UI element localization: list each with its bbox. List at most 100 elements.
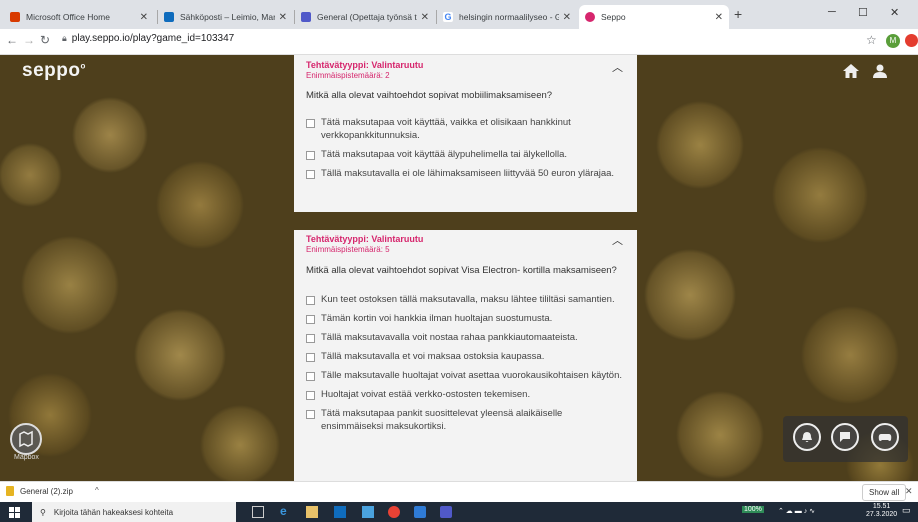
close-tab-icon[interactable]: ✕: [421, 12, 429, 23]
browser-tab-strip: Microsoft Office Home ✕ Sähköposti – Lei…: [0, 0, 918, 29]
answer-option[interactable]: Tälle maksutavalle huoltajat voivat aset…: [306, 369, 625, 382]
task-list: ︿ Tehtävätyyppi: Valintaruutu Enimmäispi…: [288, 55, 637, 481]
answer-option[interactable]: Kun teet ostoksen tällä maksutavalla, ma…: [306, 293, 625, 306]
browser-tab[interactable]: Microsoft Office Home ✕: [4, 5, 154, 29]
close-tab-icon[interactable]: ✕: [140, 12, 148, 23]
checkbox[interactable]: [306, 151, 315, 160]
checkbox[interactable]: [306, 170, 315, 179]
mail-icon[interactable]: [334, 506, 346, 518]
chrome-icon[interactable]: [388, 506, 400, 518]
chevron-up-icon[interactable]: ^: [95, 486, 99, 495]
gamepad-icon: [878, 434, 892, 441]
windows-taskbar: ⚲ Kirjoita tähän hakeaksesi kohteita e 1…: [0, 502, 918, 522]
teams-icon: [301, 12, 311, 22]
new-tab-button[interactable]: +: [734, 6, 742, 22]
url-text: play.seppo.io/play?game_id=103347: [71, 33, 235, 44]
lock-icon: 🔒︎: [62, 33, 67, 43]
chat-button[interactable]: [831, 423, 859, 451]
teams-taskbar-icon[interactable]: [440, 506, 452, 518]
system-tray-icons[interactable]: ⌃ ☁ ▬ ♪ ∿: [778, 507, 815, 515]
google-icon: G: [443, 12, 453, 22]
zip-file-icon: [6, 486, 14, 496]
close-icon[interactable]: ✕: [905, 486, 913, 497]
answer-option[interactable]: Tämän kortin voi hankkia ilman huoltajan…: [306, 312, 625, 325]
home-icon[interactable]: [843, 64, 859, 78]
map-layers-button[interactable]: [10, 423, 42, 455]
answer-option[interactable]: Huoltajat voivat estää verkko-ostosten t…: [306, 388, 625, 401]
forward-icon[interactable]: →: [23, 33, 35, 47]
task-type: Tehtävätyyppi: Valintaruutu: [306, 60, 424, 70]
chevron-up-icon[interactable]: ︿: [612, 59, 623, 75]
seppo-icon: [585, 12, 595, 22]
tab-title: helsingin normaalilyseo - Google: [459, 12, 559, 22]
tab-title: General (Opettaja työnsä tutkija): [317, 12, 417, 22]
maximize-icon[interactable]: ☐: [858, 6, 868, 19]
mapbox-attribution: Mapbox: [14, 454, 39, 461]
clock[interactable]: 15.51 27.3.2020: [866, 503, 897, 519]
checkbox[interactable]: [306, 410, 315, 419]
browser-tab[interactable]: Sähköposti – Leimio, Marjo P – C ✕: [158, 5, 293, 29]
chat-icon: [840, 432, 850, 442]
close-tab-icon[interactable]: ✕: [563, 12, 571, 23]
outlook-icon: [164, 12, 174, 22]
notification-center-icon[interactable]: ▭: [902, 505, 911, 516]
extension-icon[interactable]: [905, 34, 918, 47]
address-bar[interactable]: 🔒︎ play.seppo.io/play?game_id=103347: [62, 33, 234, 44]
task-view-icon[interactable]: [252, 506, 264, 518]
checkbox[interactable]: [306, 372, 315, 381]
tab-title: Sähköposti – Leimio, Marjo P – C: [180, 12, 275, 22]
checkbox[interactable]: [306, 391, 315, 400]
checkbox[interactable]: [306, 353, 315, 362]
taskbar-search[interactable]: ⚲ Kirjoita tähän hakeaksesi kohteita: [32, 502, 236, 522]
chevron-up-icon[interactable]: ︿: [612, 232, 623, 248]
back-icon[interactable]: ←: [6, 33, 18, 47]
file-explorer-icon[interactable]: [306, 506, 318, 518]
user-icon[interactable]: [873, 64, 887, 78]
search-placeholder: Kirjoita tähän hakeaksesi kohteita: [53, 507, 174, 517]
browser-toolbar: ← → ↻ 🔒︎ play.seppo.io/play?game_id=10334…: [0, 29, 918, 55]
checkbox[interactable]: [306, 315, 315, 324]
downloads-bar: General (2).zip ^ Show all ✕: [0, 481, 918, 503]
windows-start-icon[interactable]: [9, 507, 20, 518]
office-icon: [10, 12, 20, 22]
store-icon[interactable]: [362, 506, 374, 518]
answer-option[interactable]: Tällä maksutavalla et voi maksaa ostoksi…: [306, 350, 625, 363]
checkbox[interactable]: [306, 296, 315, 305]
task-max-points: Enimmäispistemäärä: 2: [306, 71, 390, 80]
game-controller-button[interactable]: [871, 423, 899, 451]
notifications-button[interactable]: [793, 423, 821, 451]
browser-tab[interactable]: G helsingin normaalilyseo - Google ✕: [437, 5, 577, 29]
download-item[interactable]: General (2).zip: [20, 487, 73, 496]
answer-option[interactable]: Tällä maksutavavalla voit nostaa rahaa p…: [306, 331, 625, 344]
edge-icon[interactable]: e: [280, 504, 292, 518]
checkbox[interactable]: [306, 119, 315, 128]
close-tab-icon[interactable]: ✕: [715, 12, 723, 23]
show-all-button[interactable]: Show all: [862, 484, 907, 501]
task-type: Tehtävätyyppi: Valintaruutu: [306, 234, 424, 244]
close-window-icon[interactable]: ✕: [890, 6, 899, 19]
battery-indicator[interactable]: 100%: [742, 506, 764, 513]
answer-option[interactable]: Tätä maksutapaa voit käyttää älypuhelime…: [306, 148, 625, 161]
bookmark-star-icon[interactable]: ☆: [866, 33, 877, 47]
answer-option[interactable]: Tätä maksutapaa voit käyttää, vaikka et …: [306, 116, 625, 142]
skype-icon[interactable]: [414, 506, 426, 518]
seppo-game-page: seppoo Mapbox ︿ Tehtävätyyppi: Valintaru…: [0, 55, 918, 481]
answer-option[interactable]: Tällä maksutavalla ei ole lähimaksamisee…: [306, 167, 625, 180]
task-question: Mitkä alla olevat vaihtoehdot sopivat Vi…: [306, 265, 617, 276]
tab-title: Microsoft Office Home: [26, 12, 110, 22]
task-card: ︿ Tehtävätyyppi: Valintaruutu Enimmäispi…: [294, 55, 637, 212]
browser-tab[interactable]: General (Opettaja työnsä tutkija) ✕: [295, 5, 435, 29]
bell-icon: [802, 432, 812, 442]
tab-title: Seppo: [601, 12, 626, 22]
task-max-points: Enimmäispistemäärä: 5: [306, 245, 390, 254]
answer-option[interactable]: Tätä maksutapaa pankit suosittelevat yle…: [306, 407, 625, 433]
minimize-icon[interactable]: ─: [828, 6, 836, 18]
reload-icon[interactable]: ↻: [40, 33, 50, 47]
seppo-logo: seppoo: [22, 60, 86, 81]
map-icon: [19, 430, 33, 448]
browser-tab-active[interactable]: Seppo ✕: [579, 5, 729, 29]
task-question: Mitkä alla olevat vaihtoehdot sopivat mo…: [306, 90, 553, 101]
profile-avatar[interactable]: M: [886, 34, 900, 48]
close-tab-icon[interactable]: ✕: [279, 12, 287, 23]
checkbox[interactable]: [306, 334, 315, 343]
